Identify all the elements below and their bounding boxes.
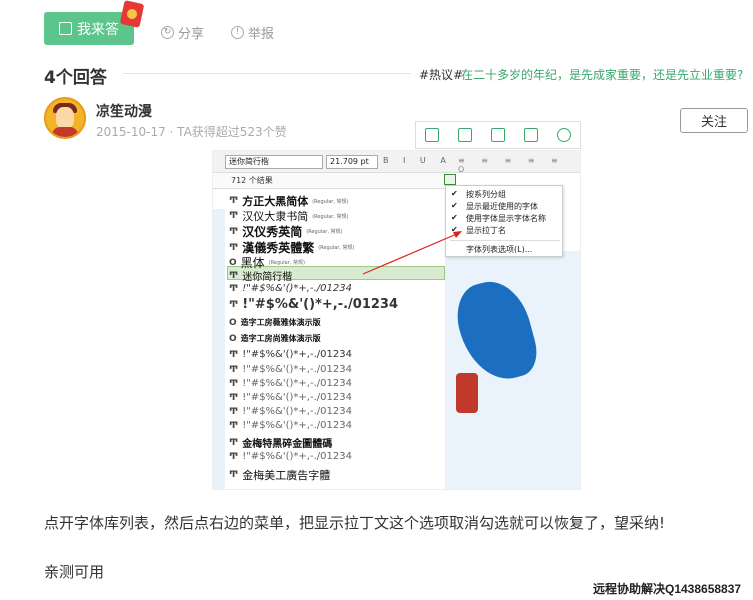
hot-tag[interactable]: #热议#: [419, 66, 463, 83]
author-name[interactable]: 凉笙动漫: [96, 101, 152, 121]
hot-topic-link[interactable]: 在二十多岁的年纪，是先成家重要，还是先立业重要?: [461, 66, 743, 83]
annotation-arrow: [362, 231, 462, 275]
report-button[interactable]: ! 举报: [231, 23, 274, 42]
answer-button-label: 我来答: [77, 21, 119, 38]
save-icon[interactable]: [490, 128, 505, 142]
answer-text-2: 亲测可用: [44, 563, 105, 581]
share-out-icon[interactable]: [523, 128, 538, 142]
share-button[interactable]: ↻ 分享: [161, 23, 204, 42]
answer-image[interactable]: 迷你简行楷 21.709 pt B I U A ≡ ≡ ≡ ≡ ≡ O 712 …: [212, 150, 581, 490]
watermark: 远程协助解决Q1438658837: [593, 582, 742, 596]
edit-icon: [59, 22, 72, 35]
bookmark-icon[interactable]: [425, 128, 440, 142]
share-label: 分享: [178, 27, 205, 42]
settings-icon[interactable]: [556, 128, 571, 142]
answer-count-title: 4个回答: [44, 68, 107, 88]
author-meta: 2015-10-17 · TA获得超过523个赞: [96, 125, 287, 139]
answer-text: 点开字体库列表，然后点右边的菜单，把显示拉丁文这个选项取消勾选就可以恢复了，望采…: [44, 514, 666, 532]
image-toolbar: [415, 121, 581, 149]
section-divider: [123, 73, 411, 74]
avatar[interactable]: [44, 97, 86, 139]
report-icon: !: [231, 26, 244, 39]
red-envelope-icon: [119, 0, 145, 28]
follow-button[interactable]: 关注: [680, 108, 748, 133]
fullscreen-icon[interactable]: [458, 128, 473, 142]
share-icon: ↻: [161, 26, 174, 39]
report-label: 举报: [248, 27, 275, 42]
